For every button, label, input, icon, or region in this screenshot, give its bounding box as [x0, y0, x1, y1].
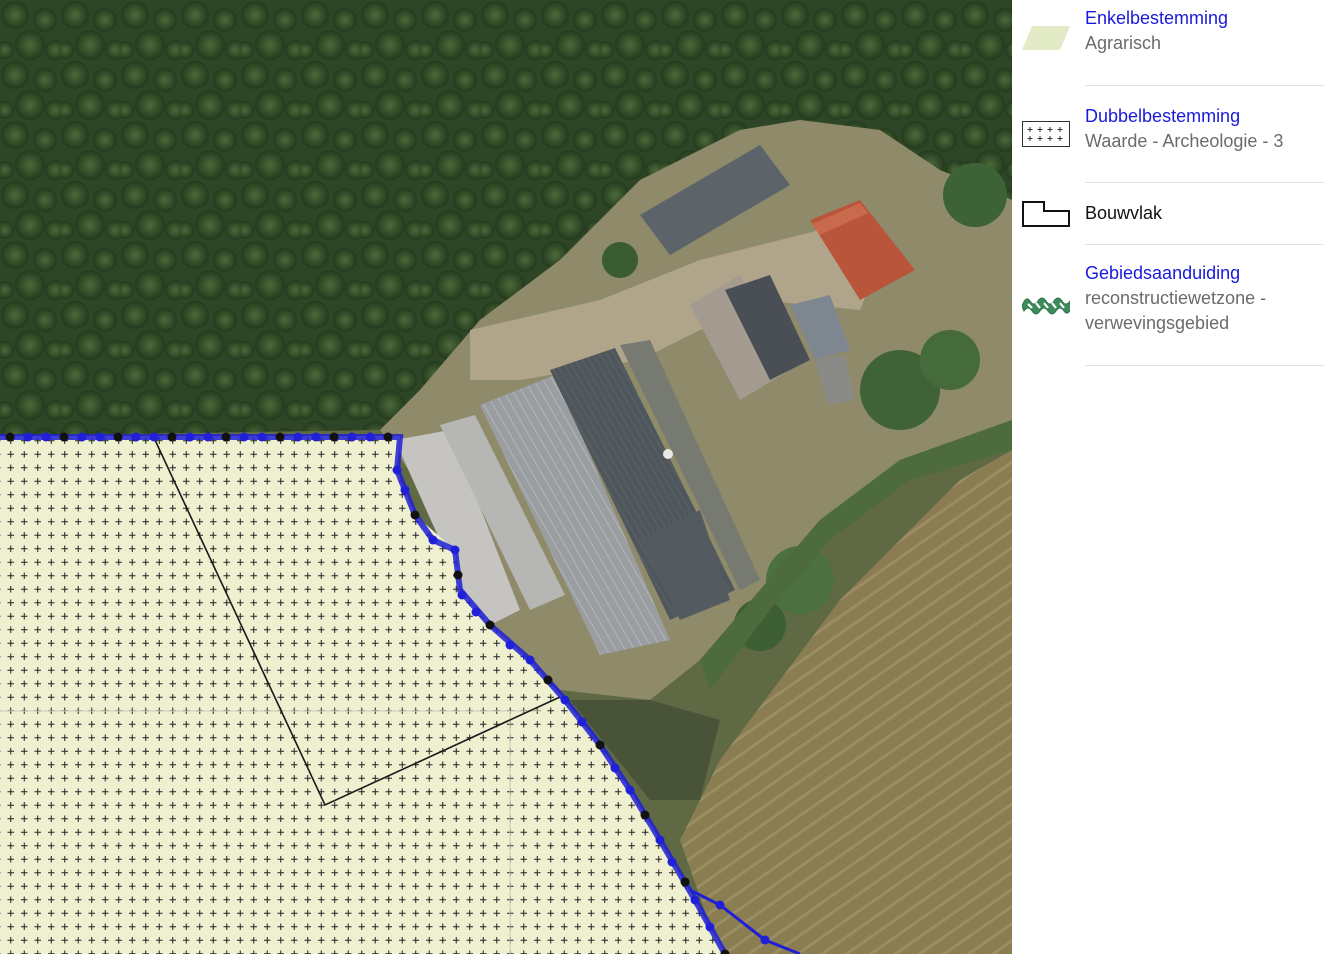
- boundary-vertex[interactable]: [705, 922, 715, 932]
- boundary-vertex[interactable]: [595, 740, 605, 750]
- boundary-vertex[interactable]: [23, 432, 33, 442]
- boundary-vertex[interactable]: [715, 900, 725, 910]
- boundary-vertex[interactable]: [203, 432, 213, 442]
- archeologie-swatch-icon: [1022, 121, 1070, 147]
- legend-subtitle-agrarisch: Agrarisch: [1085, 33, 1162, 53]
- boundary-vertex[interactable]: [347, 432, 357, 442]
- map-view[interactable]: [0, 0, 1012, 954]
- boundary-vertex[interactable]: [149, 432, 159, 442]
- boundary-vertex[interactable]: [428, 535, 438, 545]
- legend-divider: [1085, 365, 1324, 366]
- legend-title-gebiedsaanduiding: Gebiedsaanduiding: [1085, 263, 1241, 283]
- boundary-vertex[interactable]: [239, 432, 249, 442]
- boundary-vertex[interactable]: [485, 620, 495, 630]
- legend-title-enkelbestemming: Enkelbestemming: [1085, 8, 1229, 28]
- boundary-vertex[interactable]: [543, 675, 553, 685]
- boundary-vertex[interactable]: [131, 432, 141, 442]
- boundary-vertex[interactable]: [95, 432, 105, 442]
- boundary-vertex[interactable]: [625, 785, 635, 795]
- boundary-vertex[interactable]: [667, 857, 677, 867]
- legend-item-bouwvlak[interactable]: Bouwvlak: [1012, 183, 1324, 244]
- boundary-vertex[interactable]: [365, 432, 375, 442]
- boundary-vertex[interactable]: [257, 432, 267, 442]
- boundary-vertex[interactable]: [113, 432, 123, 442]
- boundary-vertex[interactable]: [457, 590, 467, 600]
- boundary-vertex[interactable]: [392, 465, 402, 475]
- verwevingsgebied-swatch-icon: [1022, 297, 1070, 315]
- boundary-vertex[interactable]: [185, 432, 195, 442]
- legend-item-enkelbestemming[interactable]: Enkelbestemming Agrarisch: [1012, 0, 1324, 85]
- legend-subtitle-reconstructiewetzone: reconstructiewetzone -: [1085, 288, 1267, 308]
- boundary-vertex[interactable]: [760, 935, 770, 945]
- boundary-vertex[interactable]: [59, 432, 69, 442]
- agrarisch-swatch-icon: [1022, 26, 1070, 50]
- legend-item-dubbelbestemming[interactable]: Dubbelbestemming Waarde - Archeologie - …: [1012, 86, 1324, 182]
- boundary-vertex[interactable]: [77, 432, 87, 442]
- boundary-vertex[interactable]: [329, 432, 339, 442]
- bouwvlak-swatch-icon: [1022, 201, 1070, 227]
- legend-subtitle-archeologie: Waarde - Archeologie - 3: [1085, 131, 1284, 151]
- boundary-vertex[interactable]: [655, 835, 665, 845]
- legend-title-dubbelbestemming: Dubbelbestemming: [1085, 106, 1241, 126]
- boundary-vertex[interactable]: [471, 607, 481, 617]
- boundary-vertex[interactable]: [410, 510, 420, 520]
- boundary-vertex[interactable]: [690, 895, 700, 905]
- boundary-vertex[interactable]: [560, 695, 570, 705]
- boundary-vertex[interactable]: [383, 432, 393, 442]
- boundary-vertex[interactable]: [453, 570, 463, 580]
- boundary-vertex[interactable]: [525, 655, 535, 665]
- boundary-vertex[interactable]: [293, 432, 303, 442]
- boundary-vertex[interactable]: [5, 432, 15, 442]
- boundary-vertex[interactable]: [577, 717, 587, 727]
- boundary-vertex[interactable]: [311, 432, 321, 442]
- boundary-vertex[interactable]: [221, 432, 231, 442]
- map-canvas[interactable]: [0, 0, 1012, 954]
- legend-title-bouwvlak: Bouwvlak: [1085, 203, 1163, 223]
- legend-item-gebiedsaanduiding[interactable]: Gebiedsaanduiding reconstructiewetzone -…: [1012, 245, 1324, 365]
- legend-panel: Enkelbestemming Agrarisch Dubbelbestemmi…: [1012, 0, 1324, 954]
- boundary-vertex[interactable]: [400, 485, 410, 495]
- boundary-vertex[interactable]: [275, 432, 285, 442]
- boundary-vertex[interactable]: [450, 545, 460, 555]
- boundary-vertex[interactable]: [640, 810, 650, 820]
- boundary-vertex[interactable]: [610, 763, 620, 773]
- boundary-vertex[interactable]: [167, 432, 177, 442]
- boundary-vertex[interactable]: [41, 432, 51, 442]
- boundary-vertex[interactable]: [505, 640, 515, 650]
- boundary-vertex[interactable]: [680, 877, 690, 887]
- legend-subtitle-verwevingsgebied: verwevingsgebied: [1085, 313, 1230, 333]
